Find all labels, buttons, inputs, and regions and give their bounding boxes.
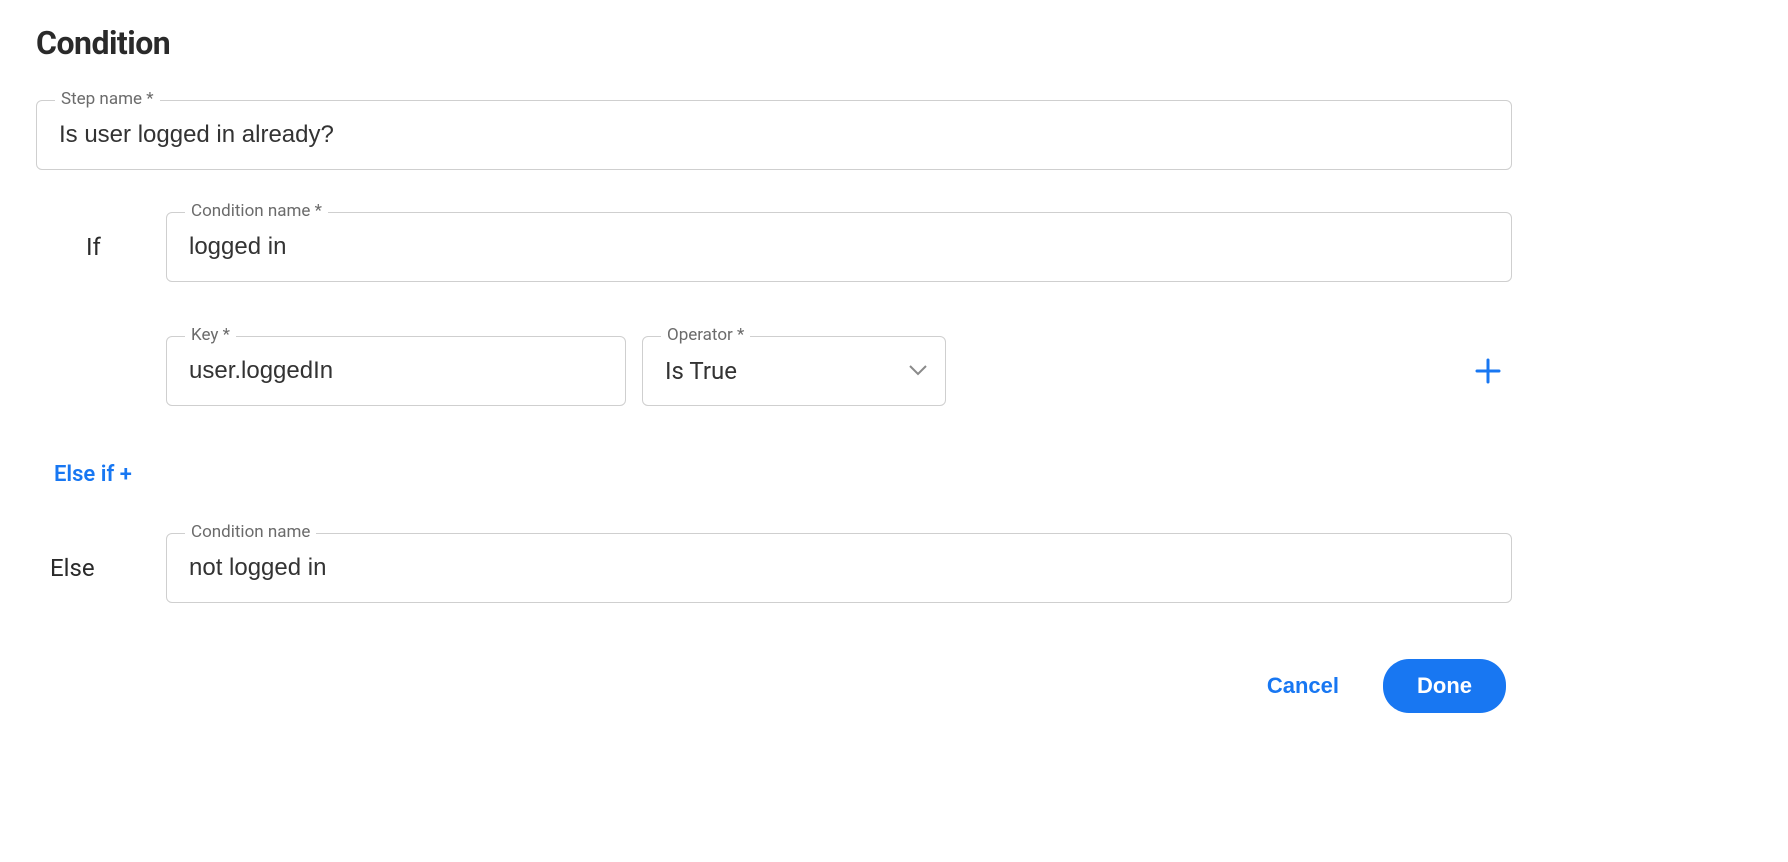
footer-actions: Cancel Done [36,659,1512,713]
if-condition-name-field[interactable]: Condition name * [166,212,1512,282]
key-label: Key * [185,327,236,344]
step-name-input[interactable] [37,101,1511,169]
operator-select[interactable]: Is True [643,337,945,405]
step-name-label: Step name * [55,91,160,108]
if-condition-name-label: Condition name * [185,203,328,220]
page-title: Condition [36,24,1512,62]
add-rule-button[interactable] [1464,347,1512,395]
add-else-if-button[interactable]: Else if + [54,462,132,487]
if-condition-name-input[interactable] [167,213,1511,281]
done-button[interactable]: Done [1383,659,1506,713]
step-name-field[interactable]: Step name * [36,100,1512,170]
key-field[interactable]: Key * [166,336,626,406]
operator-label: Operator * [661,327,750,344]
key-input[interactable] [167,337,625,405]
else-condition-name-label: Condition name [185,524,316,541]
operator-field[interactable]: Operator * Is True [642,336,946,406]
plus-icon [1475,358,1501,384]
if-rule-row: Key * Operator * Is True [166,336,1512,406]
condition-editor: Condition Step name * If Condition name … [0,0,1548,713]
cancel-button[interactable]: Cancel [1255,665,1351,707]
operator-value: Is True [665,357,737,385]
else-condition-name-input[interactable] [167,534,1511,602]
if-block: If Condition name * Key * Operator * Is … [36,212,1512,406]
else-label: Else [36,554,166,582]
chevron-down-icon [909,365,927,377]
if-label: If [36,233,166,261]
else-condition-name-field[interactable]: Condition name [166,533,1512,603]
else-block: Else Condition name [36,533,1512,603]
